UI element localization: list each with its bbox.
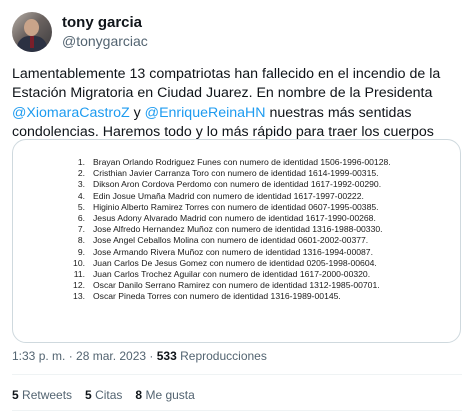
list-item-text: Juan Carlos De Jesus Gomez con numero de… <box>93 257 377 268</box>
list-item: 6. Jesus Adony Alvarado Madrid con numero… <box>63 213 391 224</box>
list-item-text: Dikson Aron Cordova Perdomo con numero d… <box>93 179 382 190</box>
avatar-tie <box>30 36 34 48</box>
document-image[interactable]: 1. Brayan Orlando Rodriguez Funes con num… <box>12 139 461 343</box>
list-item-text: Jose Armando Rivera Muñoz con numero de … <box>93 246 373 257</box>
likes-stat[interactable]: 8 Me gusta <box>135 388 194 402</box>
list-item-number: 9. <box>77 246 85 257</box>
list-item-number: 12. <box>73 280 85 291</box>
list-item-text: Jose Alfredo Hernandez Muñoz con numero … <box>93 224 383 235</box>
list-item-text: Juan Carlos Trochez Aguilar con numero d… <box>93 269 371 280</box>
list-item: 9. Jose Armando Rivera Muñoz con numero d… <box>63 247 391 258</box>
list-item: 2. Cristhian Javier Carranza Toro con num… <box>63 168 391 179</box>
author-handle[interactable]: @tonygarciac <box>62 33 148 49</box>
list-item-number: 8. <box>77 235 85 246</box>
likes-label: Me gusta <box>142 388 195 402</box>
retweets-stat[interactable]: 5 Retweets <box>12 388 72 402</box>
list-item-text: Oscar Danilo Serrano Ramirez con numero … <box>93 280 380 291</box>
list-item-text: Brayan Orlando Rodriguez Funes con numer… <box>93 157 391 167</box>
tweet-text: Lamentablemente 13 compatriotas han fall… <box>12 65 464 143</box>
retweets-label: Retweets <box>18 388 73 402</box>
list-item-number: 2. <box>77 168 85 179</box>
quotes-count: 5 <box>85 388 92 402</box>
list-item: 7. Jose Alfredo Hernandez Muñoz con numer… <box>63 224 391 235</box>
list-item-number: 11. <box>73 269 85 280</box>
timestamp[interactable]: 1:33 p. m. · 28 mar. 2023 · <box>12 349 157 363</box>
list-item-text: Higinio Alberto Ramirez Torres con numer… <box>93 201 379 212</box>
avatar-head <box>24 19 39 36</box>
views-label: Reproducciones <box>176 349 267 363</box>
list-item-text: Jesus Adony Alvarado Madrid con numero d… <box>93 213 376 224</box>
mention-link[interactable]: @XiomaraCastroZ <box>12 105 130 121</box>
retweets-count: 5 <box>12 388 19 402</box>
avatar[interactable] <box>12 12 52 52</box>
list-item: 5. Higinio Alberto Ramirez Torres con num… <box>63 202 391 213</box>
tweet-text-part: Lamentablemente 13 compatriotas han fall… <box>12 66 441 102</box>
list-item-number: 5. <box>77 201 85 212</box>
list-item: 4. Edin Josue Umaña Madrid con numero de … <box>63 191 391 202</box>
divider <box>12 410 462 411</box>
list-item-number: 4. <box>77 190 85 201</box>
list-item: 8. Jose Angel Ceballos Molina con numero … <box>63 235 391 246</box>
list-item-text: Jose Angel Ceballos Molina con numero de… <box>93 235 369 246</box>
list-item-text: Oscar Pineda Torres con numero de identi… <box>93 291 341 302</box>
list-item-number: 13. <box>73 291 85 302</box>
list-item-number: 10. <box>73 257 85 268</box>
list-item: 10. Juan Carlos De Jesus Gomez con numero… <box>63 258 391 269</box>
victim-list: 1. Brayan Orlando Rodriguez Funes con num… <box>63 157 391 303</box>
tweet-meta: 1:33 p. m. · 28 mar. 2023 · 533 Reproduc… <box>12 349 267 363</box>
list-item-text: Cristhian Javier Carranza Toro con numer… <box>93 168 379 179</box>
list-item: 12. Oscar Danilo Serrano Ramirez con nume… <box>63 280 391 291</box>
list-item-number: 6. <box>77 213 85 224</box>
mention-link[interactable]: @EnriqueReinaHN <box>145 105 266 121</box>
list-item: 3. Dikson Aron Cordova Perdomo con numero… <box>63 179 391 190</box>
list-item: 11. Juan Carlos Trochez Aguilar con numer… <box>63 269 391 280</box>
quotes-stat[interactable]: 5 Citas <box>85 388 122 402</box>
quotes-label: Citas <box>91 388 123 402</box>
list-item: 13. Oscar Pineda Torres con numero de ide… <box>63 291 391 302</box>
divider <box>12 374 462 375</box>
list-item-number: 1. <box>77 157 85 167</box>
list-item-number: 3. <box>77 179 85 190</box>
author-name[interactable]: tony garcia <box>62 14 142 31</box>
list-item-number: 7. <box>77 224 85 235</box>
list-item-text: Edin Josue Umaña Madrid con numero de id… <box>93 190 364 201</box>
views-count: 533 <box>156 349 177 363</box>
list-item: 1. Brayan Orlando Rodriguez Funes con num… <box>63 157 391 168</box>
tweet-text-part: y <box>129 104 145 121</box>
engagement-stats: 5 Retweets 5 Citas 8 Me gusta <box>12 388 195 402</box>
